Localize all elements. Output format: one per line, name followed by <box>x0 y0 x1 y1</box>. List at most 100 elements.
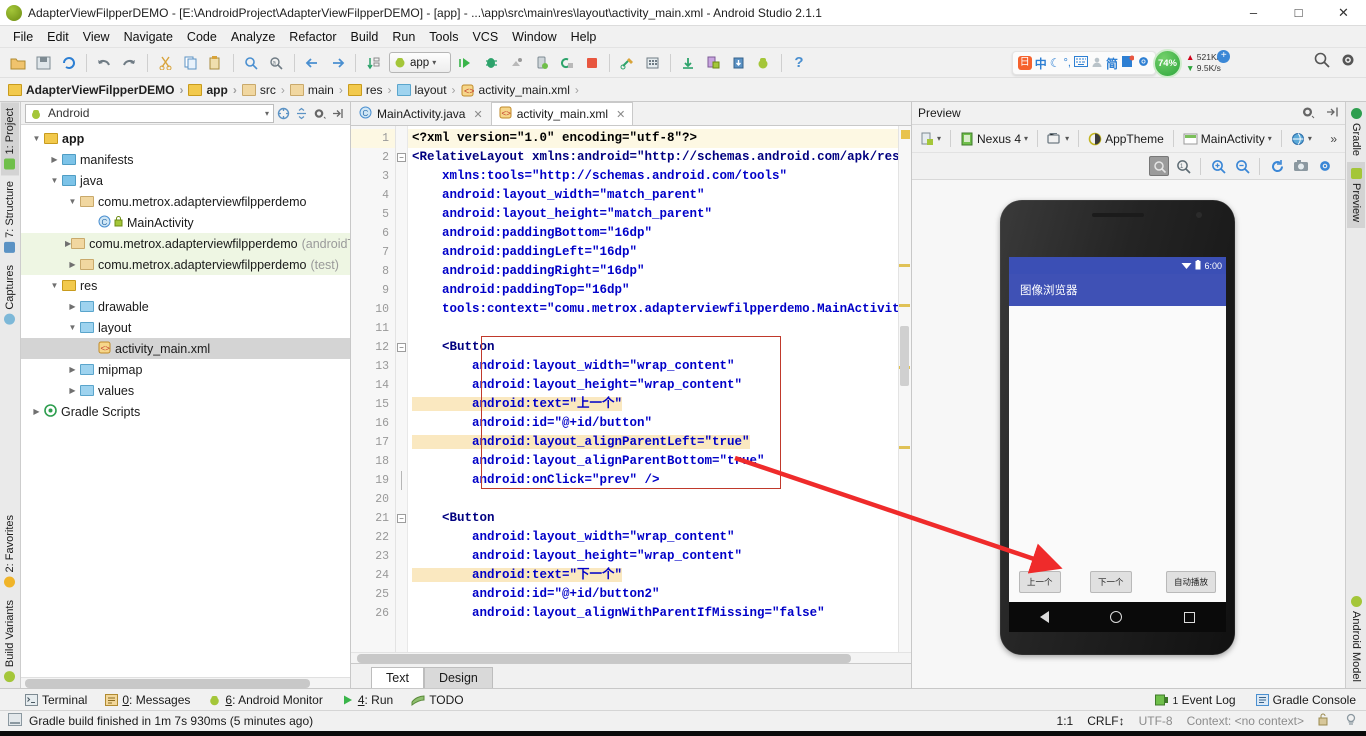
cut-icon[interactable] <box>153 51 177 75</box>
open-folder-icon[interactable] <box>6 51 30 75</box>
ime-mode-label[interactable]: 中 <box>1035 55 1047 72</box>
gear-icon[interactable] <box>310 104 328 122</box>
gear-icon[interactable] <box>1315 156 1335 176</box>
twisty-icon[interactable]: ▼ <box>47 281 62 290</box>
tree-node-app[interactable]: ▼ app <box>21 128 350 149</box>
tree-node-package-main[interactable]: ▼ comu.metrox.adapterviewfilpperdemo <box>21 191 350 212</box>
context-indicator[interactable]: Context: <no context> <box>1187 714 1304 728</box>
line-separator[interactable]: CRLF↕ <box>1087 714 1124 728</box>
collapse-target-icon[interactable] <box>274 104 292 122</box>
run-icon[interactable] <box>454 51 478 75</box>
menu-help[interactable]: Help <box>564 28 604 46</box>
copy-icon[interactable] <box>178 51 202 75</box>
locale-selector[interactable]: ▾ <box>1288 130 1315 148</box>
sidebar-item-gradle[interactable]: Gradle <box>1347 102 1365 162</box>
collapse-all-icon[interactable] <box>292 104 310 122</box>
redo-icon[interactable] <box>117 51 141 75</box>
search-icon[interactable] <box>1314 52 1330 71</box>
breadcrumb-item-app[interactable]: app › <box>188 83 241 97</box>
twisty-icon[interactable]: ▼ <box>47 176 62 185</box>
breadcrumb-item-main[interactable]: main › <box>289 83 348 97</box>
project-panel-hscrollbar[interactable] <box>21 677 350 688</box>
close-icon[interactable]: ✕ <box>473 108 482 121</box>
tree-node-values[interactable]: ▶ values <box>21 380 350 401</box>
twisty-icon[interactable]: ▶ <box>65 386 80 395</box>
tree-node-gradle-scripts[interactable]: ▶ Gradle Scripts <box>21 401 350 422</box>
twisty-icon[interactable]: ▼ <box>29 134 44 143</box>
tree-node-manifests[interactable]: ▶ manifests <box>21 149 350 170</box>
twisty-icon[interactable]: ▶ <box>65 260 80 269</box>
device-button-prev[interactable]: 上一个 <box>1019 571 1061 593</box>
editor-horizontal-scrollbar[interactable] <box>351 652 911 663</box>
sidebar-item-favorites[interactable]: 2: Favorites <box>1 509 19 593</box>
menu-edit[interactable]: Edit <box>40 28 76 46</box>
tab-mainactivity-java[interactable]: C MainActivity.java ✕ <box>351 102 491 125</box>
replace-icon[interactable]: a <box>264 51 288 75</box>
sidebar-item-preview[interactable]: Preview <box>1347 162 1365 229</box>
zoom-out-icon[interactable] <box>1232 156 1252 176</box>
sidebar-item-android-model[interactable]: Android Model <box>1347 590 1365 688</box>
user-icon[interactable] <box>1091 56 1103 71</box>
zoom-actual-icon[interactable]: 1 <box>1173 156 1193 176</box>
caret-position[interactable]: 1:1 <box>1057 714 1074 728</box>
undo-icon[interactable] <box>92 51 116 75</box>
breadcrumb-item-layout[interactable]: layout › <box>396 83 461 97</box>
breadcrumb-item-project[interactable]: AdapterViewFilpperDEMO › <box>8 83 188 97</box>
twisty-icon[interactable]: ▶ <box>29 407 44 416</box>
project-view-selector[interactable]: Android ▾ <box>25 103 274 123</box>
moon-icon[interactable]: ☾ <box>1050 56 1061 70</box>
sdk-manager-icon[interactable] <box>615 51 639 75</box>
sidebar-item-build-variants[interactable]: Build Variants <box>1 594 19 688</box>
theme-selector[interactable]: AppTheme <box>1085 130 1167 148</box>
tree-node-mainactivity[interactable]: C MainActivity <box>21 212 350 233</box>
menu-analyze[interactable]: Analyze <box>224 28 282 46</box>
breadcrumb-item-file[interactable]: <> activity_main.xml › <box>461 83 584 97</box>
network-speed-badge[interactable]: 74% ▲ 521K/s ▼ 9.5K/s + <box>1153 48 1258 78</box>
tool-window-run[interactable]: 4: Run <box>341 693 393 707</box>
tool-window-event-log[interactable]: 1 Event Log <box>1154 693 1236 707</box>
sogou-logo-icon[interactable]: 日 <box>1017 56 1032 70</box>
simplified-chinese-label[interactable]: 简 <box>1106 55 1118 72</box>
screenshot-icon[interactable] <box>1291 156 1311 176</box>
twisty-icon[interactable]: ▼ <box>65 197 80 206</box>
tree-node-res[interactable]: ▼ res <box>21 275 350 296</box>
fold-toggle-icon[interactable]: − <box>397 514 406 523</box>
paste-icon[interactable] <box>203 51 227 75</box>
tree-node-mipmap[interactable]: ▶ mipmap <box>21 359 350 380</box>
editor-vertical-scrollbar[interactable] <box>900 326 909 386</box>
menu-run[interactable]: Run <box>385 28 422 46</box>
menu-file[interactable]: File <box>6 28 40 46</box>
tab-text[interactable]: Text <box>371 667 424 688</box>
twisty-icon[interactable]: ▼ <box>65 323 80 332</box>
close-icon[interactable]: ✕ <box>616 108 625 121</box>
tab-design[interactable]: Design <box>423 667 493 688</box>
file-encoding[interactable]: UTF-8 <box>1139 714 1173 728</box>
zoom-fit-icon[interactable] <box>1149 156 1169 176</box>
avd-manager-icon[interactable] <box>640 51 664 75</box>
tree-node-java[interactable]: ▼ java <box>21 170 350 191</box>
stop-icon[interactable] <box>579 51 603 75</box>
android-device-monitor-icon[interactable] <box>701 51 725 75</box>
back-triangle-icon[interactable] <box>1039 611 1049 623</box>
maximize-button[interactable]: □ <box>1276 0 1321 26</box>
sort-icon[interactable] <box>361 51 385 75</box>
rerun-icon[interactable] <box>554 51 578 75</box>
code-editor[interactable]: 1 2 3 4 5 6 7 8 9 10 11 12 13 14 15 16 1 <box>351 126 911 652</box>
tool-window-android-monitor[interactable]: 6: Android Monitor <box>208 693 323 707</box>
tree-node-package-androidtest[interactable]: ▶ comu.metrox.adapterviewfilpperdemo (an… <box>21 233 350 254</box>
gear-icon[interactable] <box>1301 105 1315 122</box>
forward-icon[interactable] <box>325 51 349 75</box>
twisty-icon[interactable]: ▶ <box>65 365 80 374</box>
sync-gradle-icon[interactable] <box>676 51 700 75</box>
sidebar-item-captures[interactable]: Captures <box>1 259 19 331</box>
breadcrumb-item-src[interactable]: src › <box>241 83 290 97</box>
clipboard-icon[interactable] <box>1121 55 1135 71</box>
expand-tray-button[interactable]: + <box>1217 49 1231 63</box>
preview-canvas[interactable]: 6:00 图像浏览器 上一个 下一个 自动播放 <box>912 180 1345 688</box>
close-button[interactable]: ✕ <box>1321 0 1366 26</box>
menu-window[interactable]: Window <box>505 28 563 46</box>
menu-navigate[interactable]: Navigate <box>117 28 180 46</box>
tool-window-gradle-console[interactable]: Gradle Console <box>1255 693 1356 707</box>
code-folding-gutter[interactable]: − − − <box>396 126 408 652</box>
sync-icon[interactable] <box>56 51 80 75</box>
